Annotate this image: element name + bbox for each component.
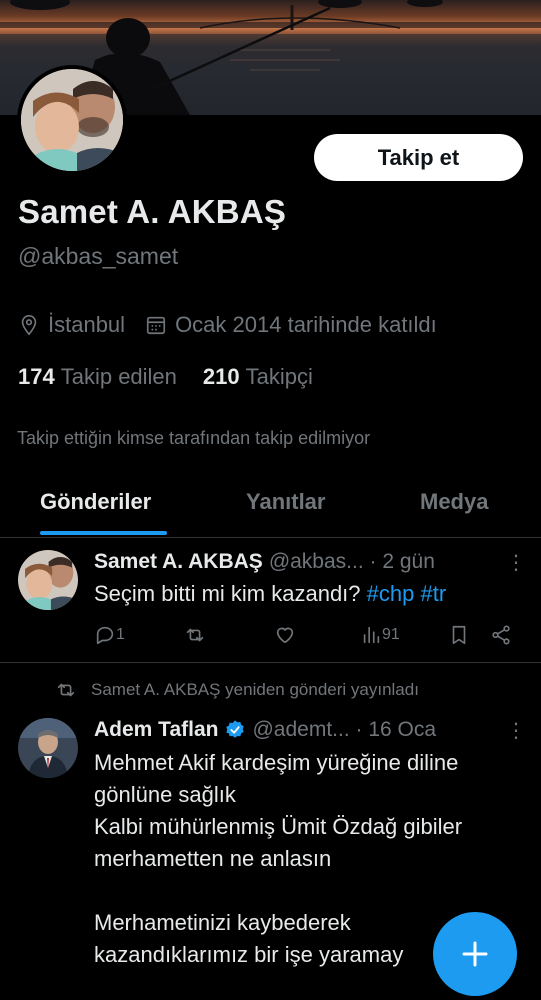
views-count: 91 <box>382 626 400 643</box>
tabs-divider <box>0 537 541 538</box>
profile-avatar[interactable] <box>17 65 127 175</box>
post-author-avatar[interactable] <box>18 550 78 610</box>
post-author-name[interactable]: Adem Taflan <box>94 718 218 742</box>
following-label: Takip edilen <box>60 364 177 389</box>
post-text-line: Mehmet Akif kardeşim yüreğine diline <box>94 750 459 775</box>
tab-media[interactable]: Medya <box>420 489 488 515</box>
avatar-photo <box>18 550 78 610</box>
post-text: Seçim bitti mi kim kazandı? #chp #tr <box>94 578 446 610</box>
repost-icon <box>186 628 204 642</box>
reply-icon <box>96 626 114 645</box>
bookmark-icon <box>452 625 466 645</box>
followers-label: Takipçi <box>245 364 313 389</box>
profile-handle: @akbas_samet <box>18 243 179 269</box>
more-vertical-icon[interactable]: ⋮ <box>506 550 527 575</box>
share-button[interactable] <box>490 624 512 646</box>
compose-button[interactable] <box>433 912 517 996</box>
hashtag-link[interactable]: #tr <box>421 581 447 606</box>
repost-indicator[interactable]: Samet A. AKBAŞ yeniden gönderi yayınladı <box>55 679 419 701</box>
tab-replies[interactable]: Yanıtlar <box>246 489 325 515</box>
following-link[interactable]: 174 Takip edilen <box>18 364 177 390</box>
post-text-line: merhametten ne anlasın <box>94 846 332 871</box>
follow-button[interactable]: Takip et <box>314 134 523 181</box>
followers-link[interactable]: 210 Takipçi <box>203 364 313 390</box>
post-header: Adem Taflan @ademt... · 16 Oca <box>94 718 436 742</box>
post-header: Samet A. AKBAŞ @akbas... · 2 gün <box>94 550 435 574</box>
post-text-line: gönlüne sağlık <box>94 782 236 807</box>
profile-joined: Ocak 2014 tarihinde katıldı <box>175 312 437 337</box>
repost-button[interactable] <box>184 624 206 646</box>
post-handle-time: @ademt... · 16 Oca <box>252 718 437 741</box>
plus-icon <box>462 941 488 967</box>
mutual-followers-text: Takip ettiğin kimse tarafından takip edi… <box>17 428 371 448</box>
post-actions: 1 91 <box>94 624 524 648</box>
profile-meta: İstanbul Ocak 2014 tarihinde katıldı <box>18 312 437 338</box>
profile-location: İstanbul <box>48 312 126 337</box>
tab-posts[interactable]: Gönderiler <box>40 489 151 515</box>
reply-count: 1 <box>116 626 125 643</box>
hashtag-link[interactable]: #chp <box>367 581 415 606</box>
location-pin-icon <box>21 315 37 336</box>
calendar-icon <box>146 316 166 335</box>
post-author-avatar[interactable] <box>18 718 78 778</box>
post-text-plain: Seçim bitti mi kim kazandı? <box>94 581 361 606</box>
follow-counts: 174 Takip edilen 210 Takipçi <box>18 364 313 390</box>
followers-count: 210 <box>202 364 240 389</box>
reply-button[interactable]: 1 <box>94 624 125 646</box>
avatar-photo <box>21 69 123 171</box>
views-button[interactable]: 91 <box>360 624 400 646</box>
repost-icon <box>57 683 75 697</box>
profile-name: Samet A. AKBAŞ <box>18 193 287 230</box>
post-text-line: Kalbi mühürlenmiş Ümit Özdağ gibiler <box>94 814 463 839</box>
share-icon <box>492 625 510 645</box>
more-vertical-icon[interactable]: ⋮ <box>506 718 527 743</box>
heart-icon <box>276 627 294 644</box>
post-text-blank-line <box>94 875 534 907</box>
like-button[interactable] <box>274 624 296 646</box>
following-count: 174 <box>18 364 55 389</box>
verified-badge-icon <box>226 720 245 738</box>
views-chart-icon <box>363 626 380 644</box>
post-handle-time: @akbas... · 2 gün <box>268 550 435 573</box>
profile-tabs: Gönderiler Yanıtlar Medya <box>0 473 541 538</box>
post-divider <box>0 662 541 663</box>
bookmark-button[interactable] <box>448 624 470 646</box>
active-tab-indicator <box>40 531 167 535</box>
avatar-photo <box>18 718 78 778</box>
repost-note: Samet A. AKBAŞ yeniden gönderi yayınladı <box>91 680 419 699</box>
post-author-name[interactable]: Samet A. AKBAŞ <box>94 550 263 574</box>
